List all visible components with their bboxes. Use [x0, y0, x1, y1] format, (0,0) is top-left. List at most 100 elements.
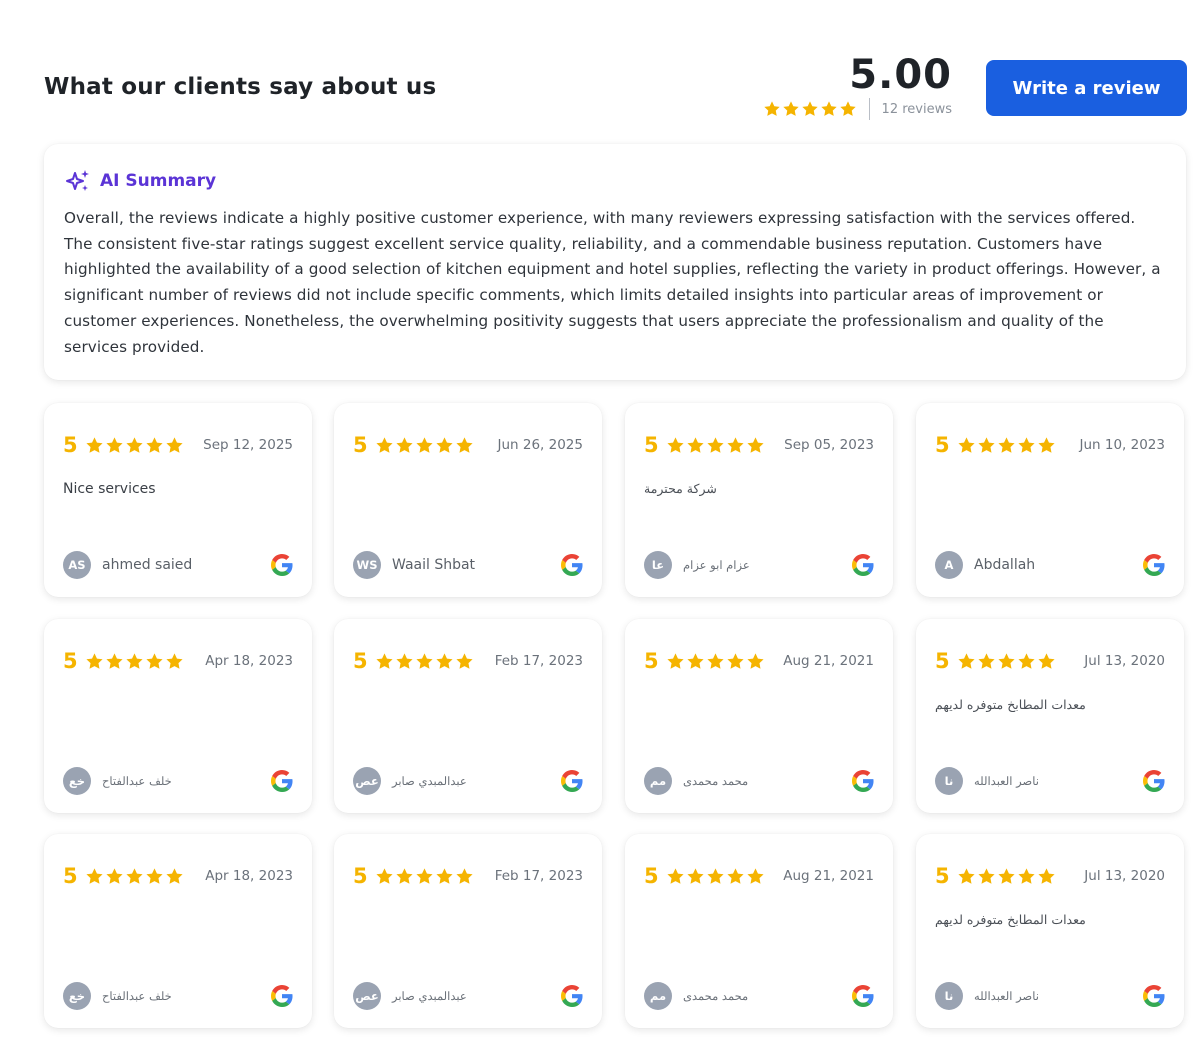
google-icon[interactable] — [1143, 554, 1165, 576]
review-date: Jun 10, 2023 — [1079, 437, 1165, 453]
reviews-count[interactable]: 12 reviews — [882, 102, 952, 117]
review-text: شركة محترمة — [644, 481, 717, 496]
review-stars — [375, 867, 474, 886]
review-card-header: 5 Jul 13, 2020 — [935, 864, 1165, 888]
reviewer-name[interactable]: ahmed saied — [102, 557, 192, 573]
avatar: نا — [935, 982, 963, 1010]
star-icon — [105, 436, 124, 455]
review-date: Jun 26, 2025 — [497, 437, 583, 453]
divider — [868, 98, 870, 120]
star-icon — [105, 652, 124, 671]
review-author: نا ناصر العبدالله — [935, 766, 1165, 796]
star-icon — [746, 867, 765, 886]
reviewer-name[interactable]: ناصر العبدالله — [974, 774, 1039, 788]
reviewer-name[interactable]: Abdallah — [974, 557, 1035, 573]
star-icon — [706, 652, 725, 671]
star-icon — [125, 867, 144, 886]
star-icon — [455, 867, 474, 886]
star-icon — [395, 867, 414, 886]
rating-row: 12 reviews — [763, 98, 952, 120]
reviewer-name[interactable]: عزام ابو عزام — [683, 558, 750, 572]
star-icon — [997, 867, 1016, 886]
star-icon — [85, 652, 104, 671]
review-date: Sep 12, 2025 — [203, 437, 293, 453]
google-icon[interactable] — [271, 985, 293, 1007]
reviewer-name[interactable]: Waail Shbat — [392, 557, 475, 573]
review-card-header: 5 Apr 18, 2023 — [63, 649, 293, 673]
review-stars — [85, 652, 184, 671]
avatar: عص — [353, 767, 381, 795]
star-icon — [746, 436, 765, 455]
star-icon — [839, 100, 857, 118]
star-icon — [957, 652, 976, 671]
google-icon[interactable] — [852, 985, 874, 1007]
review-card: 5 Sep 12, 2025 Nice services AS ahmed sa… — [44, 403, 312, 597]
avatar: مم — [644, 982, 672, 1010]
review-date: Feb 17, 2023 — [494, 653, 583, 669]
star-icon — [435, 867, 454, 886]
google-icon[interactable] — [561, 985, 583, 1007]
star-icon — [435, 652, 454, 671]
reviews-header: What our clients say about us 5.00 12 re… — [0, 0, 1200, 140]
google-icon[interactable] — [852, 554, 874, 576]
reviewer-name[interactable]: محمد محمدى — [683, 989, 748, 1003]
page-title: What our clients say about us — [44, 74, 437, 100]
review-date: Apr 18, 2023 — [205, 868, 293, 884]
review-stars — [375, 436, 474, 455]
avatar: عا — [644, 551, 672, 579]
write-review-button[interactable]: Write a review — [986, 60, 1187, 116]
review-card-header: 5 Jul 13, 2020 — [935, 649, 1165, 673]
review-card: 5 Jul 13, 2020 معدات المطابخ متوفره لديه… — [916, 834, 1184, 1028]
reviewer-name[interactable]: محمد محمدى — [683, 774, 748, 788]
star-icon — [997, 652, 1016, 671]
review-stars — [957, 652, 1056, 671]
star-icon — [455, 436, 474, 455]
review-score: 5 — [353, 864, 368, 888]
star-icon — [666, 436, 685, 455]
google-icon[interactable] — [852, 770, 874, 792]
reviewer-name[interactable]: خلف عبدالفتاح — [102, 774, 172, 788]
star-icon — [85, 867, 104, 886]
review-score: 5 — [353, 649, 368, 673]
review-card: 5 Aug 21, 2021 مم محمد محمدى — [625, 619, 893, 813]
sparkle-icon — [64, 167, 92, 195]
review-score: 5 — [63, 864, 78, 888]
google-icon[interactable] — [1143, 770, 1165, 792]
review-author: WS Waail Shbat — [353, 550, 583, 580]
review-card: 5 Feb 17, 2023 عص عبدالمبدي صابر — [334, 619, 602, 813]
google-icon[interactable] — [561, 554, 583, 576]
star-icon — [145, 652, 164, 671]
reviewer-name[interactable]: خلف عبدالفتاح — [102, 989, 172, 1003]
review-card: 5 Feb 17, 2023 عص عبدالمبدي صابر — [334, 834, 602, 1028]
review-author: خع خلف عبدالفتاح — [63, 981, 293, 1011]
avatar: مم — [644, 767, 672, 795]
star-icon — [375, 436, 394, 455]
star-icon — [997, 436, 1016, 455]
review-date: Aug 21, 2021 — [783, 868, 874, 884]
review-card-header: 5 Feb 17, 2023 — [353, 649, 583, 673]
star-icon — [395, 652, 414, 671]
google-icon[interactable] — [271, 770, 293, 792]
review-score: 5 — [644, 864, 659, 888]
ai-summary-header: AI Summary — [64, 166, 1166, 196]
avatar: WS — [353, 551, 381, 579]
review-author: AS ahmed saied — [63, 550, 293, 580]
google-icon[interactable] — [271, 554, 293, 576]
google-icon[interactable] — [1143, 985, 1165, 1007]
review-card: 5 Jun 10, 2023 A Abdallah — [916, 403, 1184, 597]
star-icon — [1017, 867, 1036, 886]
reviewer-name[interactable]: عبدالمبدي صابر — [392, 774, 467, 788]
review-card-header: 5 Aug 21, 2021 — [644, 864, 874, 888]
avatar: خع — [63, 767, 91, 795]
reviewer-name[interactable]: ناصر العبدالله — [974, 989, 1039, 1003]
star-icon — [1037, 652, 1056, 671]
google-icon[interactable] — [561, 770, 583, 792]
reviewer-name[interactable]: عبدالمبدي صابر — [392, 989, 467, 1003]
avatar: نا — [935, 767, 963, 795]
star-icon — [375, 867, 394, 886]
star-icon — [165, 436, 184, 455]
star-icon — [165, 652, 184, 671]
star-icon — [415, 652, 434, 671]
star-icon — [820, 100, 838, 118]
star-icon — [686, 436, 705, 455]
